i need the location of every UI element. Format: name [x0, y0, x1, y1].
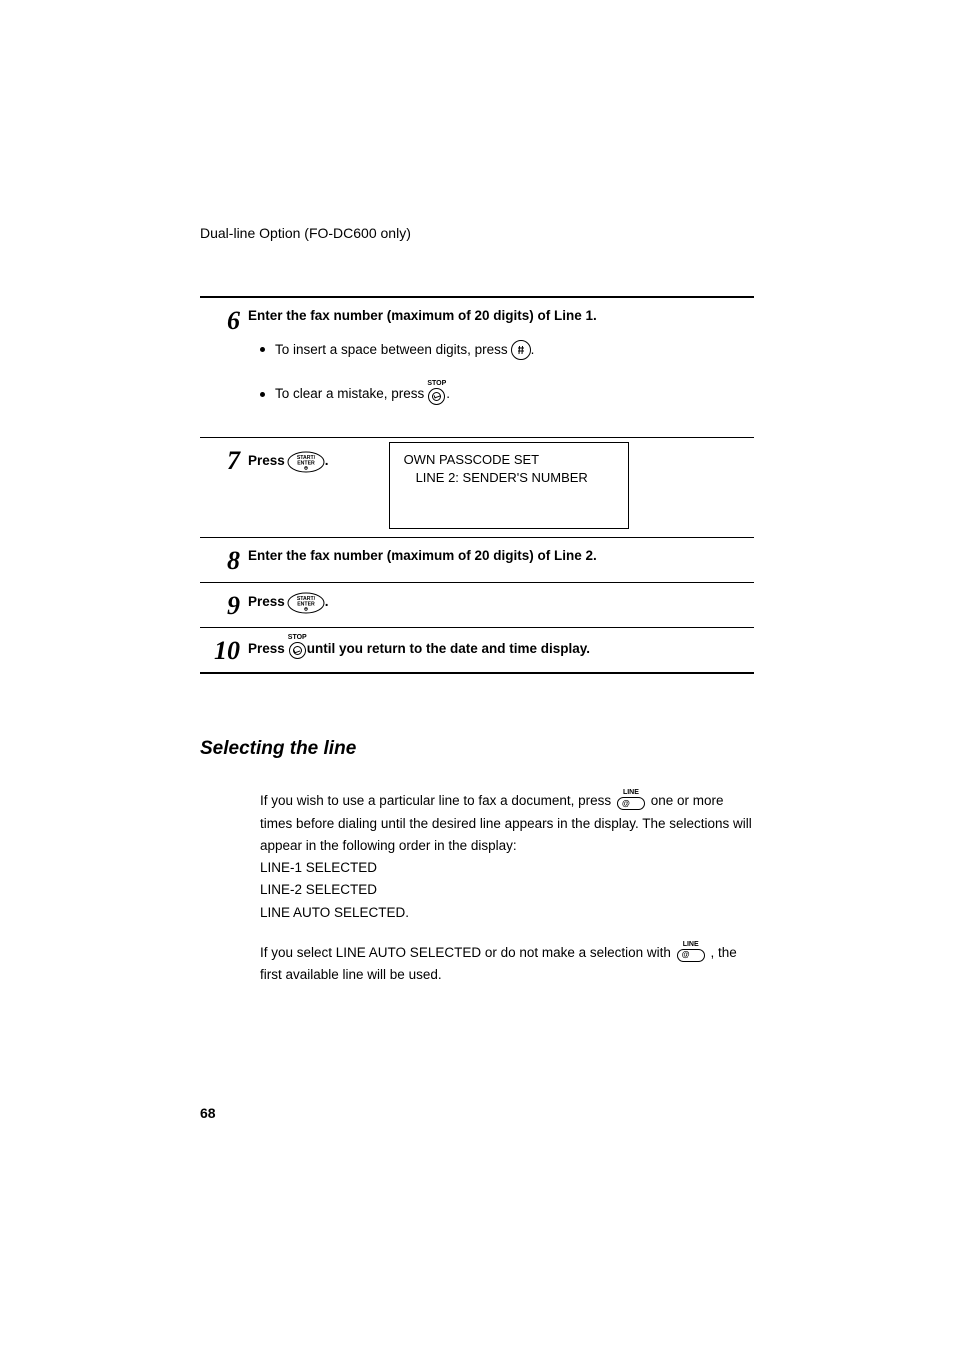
step-9: 9 Press START/ ENTER .: [200, 583, 754, 627]
step-10-tail: until you return to the date and time di…: [307, 639, 590, 659]
step-7-press: Press: [248, 451, 285, 471]
svg-text:ENTER: ENTER: [297, 460, 315, 466]
bullet-icon: [260, 347, 265, 352]
step-6-lead: Enter the fax number (maximum of 20 digi…: [248, 306, 754, 326]
step-6-b2-post: .: [446, 384, 450, 404]
paragraph-2: If you select LINE AUTO SELECTED or do n…: [260, 942, 754, 987]
display-line-2: LINE 2: SENDER'S NUMBER: [404, 469, 614, 488]
step-number: 7: [200, 446, 248, 474]
svg-text:ENTER: ENTER: [297, 602, 315, 608]
steps-block: 6 Enter the fax number (maximum of 20 di…: [200, 296, 754, 674]
para1-a: If you wish to use a particular line to …: [260, 793, 615, 808]
page-header: Dual-line Option (FO-DC600 only): [200, 225, 754, 241]
line-label: LINE: [683, 941, 699, 948]
step-8: 8 Enter the fax number (maximum of 20 di…: [200, 538, 754, 582]
lcd-display: OWN PASSCODE SET LINE 2: SENDER'S NUMBER: [389, 442, 629, 530]
step-7: 7 Press START/ ENTER .: [200, 438, 754, 538]
step-6-b1-post: .: [531, 340, 535, 360]
step-9-press: Press: [248, 592, 285, 612]
step-6-b1-pre: To insert a space between digits, press: [275, 340, 508, 360]
para1-line2: LINE-2 SELECTED: [260, 882, 377, 897]
para2-a: If you select LINE AUTO SELECTED or do n…: [260, 945, 675, 960]
para1-line3: LINE AUTO SELECTED.: [260, 905, 409, 920]
step-10: 10 Press STOP until you return to the da…: [200, 628, 754, 672]
line-key-icon: LINE @: [617, 789, 645, 810]
line-label: LINE: [623, 789, 639, 796]
page-number: 68: [200, 1105, 216, 1121]
step-6-bullet-2: To clear a mistake, press STOP .: [260, 382, 754, 407]
display-line-1: OWN PASSCODE SET: [404, 451, 614, 470]
step-10-press: Press: [248, 639, 285, 659]
step-9-dot: .: [325, 592, 329, 612]
step-number: 8: [200, 546, 248, 574]
step-6-b2-pre: To clear a mistake, press: [275, 384, 424, 404]
step-number: 6: [200, 306, 248, 334]
rule-bottom: [200, 672, 754, 674]
stop-label: STOP: [427, 380, 446, 387]
stop-key-icon: STOP: [427, 380, 446, 405]
stop-key-icon: STOP: [288, 634, 307, 659]
step-8-lead: Enter the fax number (maximum of 20 digi…: [248, 546, 754, 566]
pound-key-icon: [511, 340, 531, 360]
section-heading: Selecting the line: [200, 738, 754, 760]
step-number: 10: [200, 636, 248, 664]
line-key-icon: LINE @: [677, 941, 705, 962]
at-symbol: @: [682, 951, 690, 959]
step-7-dot: .: [325, 451, 329, 471]
step-number: 9: [200, 591, 248, 619]
step-6: 6 Enter the fax number (maximum of 20 di…: [200, 298, 754, 437]
start-enter-key-icon: START/ ENTER: [287, 451, 325, 473]
stop-label: STOP: [288, 634, 307, 641]
bullet-icon: [260, 392, 265, 397]
para1-line1: LINE-1 SELECTED: [260, 860, 377, 875]
start-enter-key-icon: START/ ENTER: [287, 592, 325, 614]
paragraph-1: If you wish to use a particular line to …: [260, 790, 754, 924]
step-6-bullet-1: To insert a space between digits, press …: [260, 340, 754, 360]
at-symbol: @: [622, 800, 630, 808]
